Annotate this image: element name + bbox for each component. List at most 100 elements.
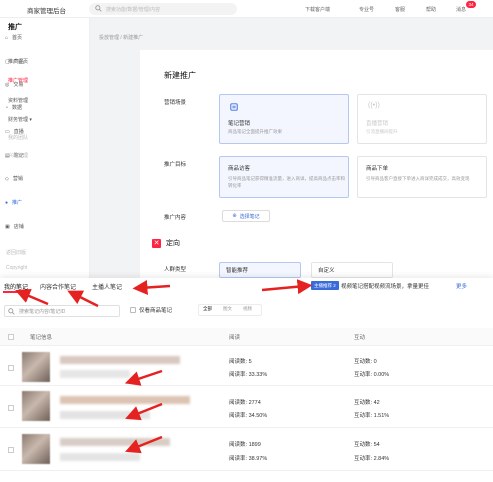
copyright-text: Copyright [6,265,28,271]
subnav-item-interest[interactable]: 兴趣管理 [8,152,28,159]
tab-my-notes[interactable]: 我的笔记 [4,282,28,291]
option-desc: 引导商品笔记获得精准流量，进入商详，提高商品点击率和转化率 [228,176,345,188]
read-count: 阅读数: 1899 [229,442,261,448]
recommend-tag: 主播推荐 2 [311,281,339,290]
select-all-checkbox[interactable] [8,334,14,340]
global-search-placeholder: 搜索功能/数据/管理/内容 [106,7,161,13]
subnav-item-material[interactable]: 资料管理 [8,97,28,104]
blurred-note-meta [60,453,140,461]
row-checkbox[interactable] [8,447,14,453]
goal-option-visitors[interactable]: 商品访客 引导商品笔记获得精准流量，进入商详，提高商品点击率和转化率 [219,156,349,198]
subnav-title: 推广 [8,24,22,31]
scene-option-live[interactable]: ((•)) 直播营销 引流直播间提升 [357,94,487,144]
crowd-option-smart[interactable]: 智能推荐 [219,262,301,278]
option-title: 商品访客 [228,166,251,172]
brand-title: 商家管理后台 [27,8,66,15]
tab-anchor-notes[interactable]: 主播人笔记 [92,282,122,291]
note-thumbnail [22,391,50,421]
interaction-count: 互动数: 0 [354,359,377,365]
content-label: 推广内容 [164,215,187,221]
note-search-input[interactable]: 搜索笔记内容/笔记ID [4,305,120,317]
row-checkbox[interactable] [8,405,14,411]
segment-image-text[interactable]: 图文 [223,306,232,312]
search-icon [95,5,102,12]
note-search-placeholder: 搜索笔记内容/笔记ID [19,309,66,315]
targeting-section: ✕ 定向 [152,238,180,248]
blurred-note-meta [60,411,150,419]
marketing-icon: ◇ [5,175,9,182]
scene-option-note[interactable]: 笔记营销 商品笔记全面提升推广效果 [219,94,349,144]
note-thumbnail [22,434,50,464]
goal-label: 推广目标 [164,162,187,168]
read-rate: 阅读率: 33.33% [229,372,268,378]
customer-service-link[interactable]: 客服 [395,6,405,13]
sidebar-item-data[interactable]: ◔ 数据 [5,104,23,112]
select-note-label: 选择笔记 [239,213,260,220]
only-goods-checkbox[interactable]: 仅看商品笔记 [130,306,172,314]
targeting-icon: ✕ [152,238,161,248]
help-link[interactable]: 帮助 [426,6,436,13]
read-rate: 阅读率: 38.97% [229,456,268,462]
pro-account-link[interactable]: 专业号 [359,6,374,13]
sidebar-item-label: 数据 [12,105,23,111]
more-link[interactable]: 更多 [456,282,467,290]
back-to-old-link[interactable]: 返回旧版 [6,249,26,256]
column-note-info: 笔记信息 [30,335,53,341]
row-checkbox[interactable] [8,365,14,371]
subnav-item-finance[interactable]: 财务管理 ▾ [8,116,32,123]
global-search-input[interactable]: 搜索功能/数据/管理/内容 [89,3,237,15]
option-desc: 商品笔记全面提升推广效果 [228,129,282,134]
segment-video[interactable]: 视频 [243,306,252,312]
active-tab-indicator [3,291,29,293]
blurred-note-title [60,356,180,364]
row-divider [0,385,493,386]
chart-icon: ◔ [5,104,9,111]
targeting-title: 定向 [166,240,180,247]
recommend-tip: 视频笔记搭配视频流场景，拿量更佳 [341,284,430,290]
sidebar-item-home[interactable]: ⌂ 首页 [5,34,23,42]
blurred-note-meta [60,370,130,378]
subnav-item-promote-home[interactable]: 推广首页 [8,58,28,65]
row-divider [0,470,493,471]
breadcrumb: 投放管理 / 新建推广 [99,35,144,41]
messages-link[interactable]: 消息 [456,6,466,13]
download-client-link[interactable]: 下载客户端 [305,6,330,13]
store-icon: ▣ [5,223,10,230]
page-title: 新建推广 [164,71,196,80]
only-goods-label: 仅看商品笔记 [139,308,173,314]
option-desc: 引导商品客户直接下单进入商详完成成交，高效变现 [366,176,470,181]
sidebar-item-label: 营销 [12,176,23,182]
scene-label: 营销场景 [164,100,187,106]
blurred-note-title [60,396,190,404]
crowd-option-custom[interactable]: 自定义 [311,262,393,278]
sidebar-item-store[interactable]: ▣ 店铺 [5,223,24,231]
column-interaction: 互动 [354,335,366,341]
read-count: 阅读数: 2774 [229,400,261,406]
tab-collab-notes[interactable]: 内容合作笔记 [40,282,76,291]
subnav-item-team[interactable]: 我的团队 [8,134,28,141]
interaction-count: 互动数: 54 [354,442,380,448]
sub-navigation [42,18,90,280]
home-icon: ⌂ [5,34,9,41]
checkbox-box [130,307,136,313]
table-header [0,328,493,346]
segment-all[interactable]: 全部 [203,306,212,312]
column-read: 阅读 [229,335,241,341]
search-icon [8,308,15,315]
goal-option-order[interactable]: 商品下单 引导商品客户直接下单进入商详完成成交，高效变现 [357,156,487,198]
read-rate: 阅读率: 34.50% [229,413,268,419]
note-thumbnail [22,352,50,382]
promote-icon: ● [5,199,9,206]
select-note-button[interactable]: ⊕ 选择笔记 [222,210,270,222]
sidebar-item-label: 首页 [12,35,23,41]
plus-circle-icon: ⊕ [232,213,237,219]
blurred-note-title [60,438,170,446]
sidebar-item-promote[interactable]: ● 推广 [5,199,23,207]
subnav-item-promote-manage[interactable]: 推广管理 [8,77,28,84]
sidebar-item-label: 推广 [12,200,23,206]
live-scene-icon: ((•)) [368,102,380,109]
sidebar-item-marketing[interactable]: ◇ 营销 [5,175,23,183]
option-title: 笔记营销 [228,121,251,127]
option-title: 商品下单 [366,166,389,172]
option-desc: 引流直播间提升 [366,129,398,134]
